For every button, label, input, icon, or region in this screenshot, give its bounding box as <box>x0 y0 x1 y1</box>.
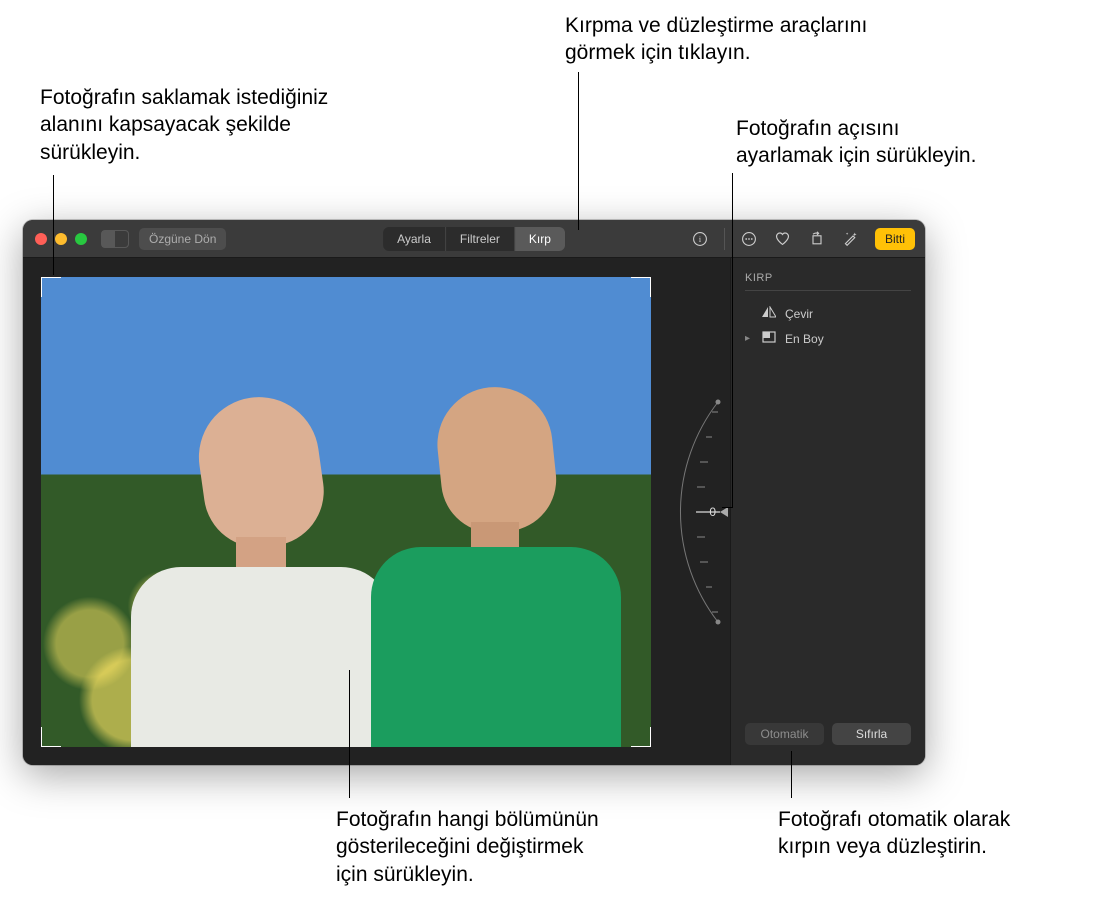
tab-adjust[interactable]: Ayarla <box>383 227 446 251</box>
photo-subject <box>371 337 621 747</box>
tab-filters[interactable]: Filtreler <box>446 227 515 251</box>
callout-move-drag: Fotoğrafın hangi bölümünün gösterileceği… <box>336 806 716 888</box>
titlebar: Özgüne Dön Ayarla Filtreler Kırp i Bit <box>23 220 925 258</box>
auto-crop-button[interactable]: Otomatik <box>745 723 824 745</box>
straighten-dial[interactable]: 0 <box>670 382 730 642</box>
window-body: 0 KIRP Çevir ▸ En Boy Otomatik <box>23 258 925 765</box>
auto-enhance-icon[interactable] <box>841 229 861 249</box>
dial-value: 0 <box>709 505 716 519</box>
aspect-label: En Boy <box>785 332 824 346</box>
done-button[interactable]: Bitti <box>875 228 915 250</box>
photos-edit-window: Özgüne Dön Ayarla Filtreler Kırp i Bit <box>23 220 925 765</box>
crop-handle-bl[interactable] <box>41 727 61 747</box>
edit-mode-tabs: Ayarla Filtreler Kırp <box>383 227 565 251</box>
callout-drag-area: Fotoğrafın saklamak istediğiniz alanını … <box>40 84 420 166</box>
callout-line <box>732 173 733 508</box>
crop-sidebar: KIRP Çevir ▸ En Boy Otomatik Sıfırla <box>730 258 925 765</box>
close-window-icon[interactable] <box>35 233 47 245</box>
photo-crop-frame[interactable] <box>41 277 651 747</box>
revert-button[interactable]: Özgüne Dön <box>139 228 226 250</box>
reset-crop-button[interactable]: Sıfırla <box>832 723 911 745</box>
photo-subject <box>131 337 391 747</box>
dial-pointer-icon <box>720 507 728 517</box>
callout-line <box>722 507 733 508</box>
fullscreen-window-icon[interactable] <box>75 233 87 245</box>
tab-crop[interactable]: Kırp <box>515 227 565 251</box>
callout-line <box>791 751 792 798</box>
compare-original-button[interactable] <box>101 230 129 248</box>
aspect-icon <box>761 331 777 346</box>
favorite-icon[interactable] <box>773 229 793 249</box>
canvas-area: 0 <box>23 258 730 765</box>
more-icon[interactable] <box>739 229 759 249</box>
crop-handle-br[interactable] <box>631 727 651 747</box>
callout-line <box>349 670 350 798</box>
callout-auto-crop: Fotoğrafı otomatik olarak kırpın veya dü… <box>778 806 1098 861</box>
sidebar-title: KIRP <box>745 272 911 291</box>
divider <box>724 228 725 250</box>
chevron-right-icon: ▸ <box>745 333 753 344</box>
crop-handle-tr[interactable] <box>631 277 651 297</box>
rotate-icon[interactable] <box>807 229 827 249</box>
sidebar-bottom: Otomatik Sıfırla <box>745 723 911 745</box>
aspect-row[interactable]: ▸ En Boy <box>745 326 911 351</box>
flip-row[interactable]: Çevir <box>745 301 911 326</box>
minimize-window-icon[interactable] <box>55 233 67 245</box>
svg-text:i: i <box>699 234 702 244</box>
toolbar-right: i Bitti <box>690 228 915 250</box>
flip-label: Çevir <box>785 307 813 321</box>
callout-line <box>578 72 579 230</box>
window-controls <box>35 233 87 245</box>
callout-angle-drag: Fotoğrafın açısını ayarlamak için sürükl… <box>736 115 1096 170</box>
flip-icon <box>761 306 777 321</box>
callout-crop-tools: Kırpma ve düzleştirme araçlarını görmek … <box>565 12 985 67</box>
callout-line <box>53 175 54 275</box>
crop-handle-tl[interactable] <box>41 277 61 297</box>
info-icon[interactable]: i <box>690 229 710 249</box>
